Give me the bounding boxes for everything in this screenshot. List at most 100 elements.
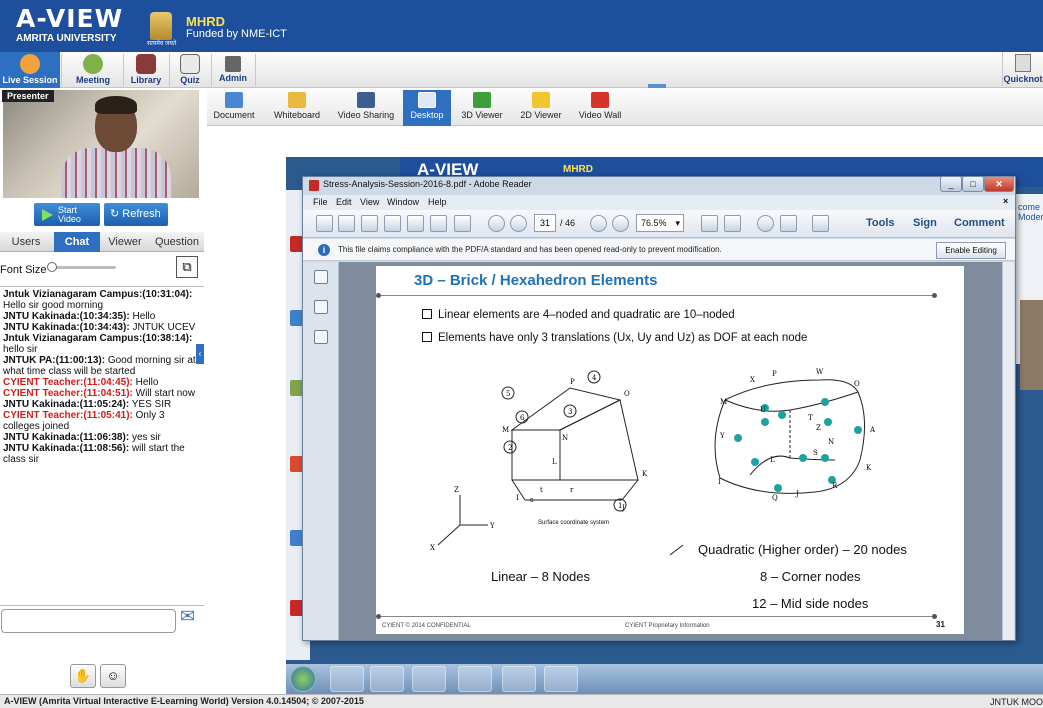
tab-users[interactable]: Users	[0, 232, 52, 252]
raise-hand-button[interactable]: ✋	[70, 664, 96, 688]
node-label: Z	[816, 424, 821, 432]
aview-taskbar-icon[interactable]	[502, 666, 536, 692]
sign-tool-icon[interactable]	[361, 215, 378, 232]
emblem-caption: सत्यमेव जयते	[147, 41, 177, 47]
chat-sender: CYIENT Teacher:(11:05:41):	[3, 410, 133, 421]
live-session-icon	[20, 54, 40, 74]
nav-meeting[interactable]: Meeting	[64, 52, 122, 88]
media-taskbar-icon[interactable]	[412, 666, 446, 692]
maximize-button[interactable]: □	[962, 176, 984, 192]
face-number: 6	[520, 414, 525, 422]
mhrd-label: MHRD	[186, 14, 225, 29]
zoom-select[interactable]: 76.5% ▾	[636, 214, 684, 232]
minimize-button[interactable]: _	[940, 176, 962, 192]
menu-window[interactable]: Window	[387, 197, 419, 207]
chat-sender: JNTU Kakinada:(10:34:43):	[3, 322, 130, 333]
vertical-scrollbar[interactable]	[1002, 262, 1014, 640]
tab-question[interactable]: Question	[150, 232, 204, 252]
refresh-button[interactable]: ↻ Refresh	[104, 203, 168, 226]
next-page-icon[interactable]	[510, 215, 527, 232]
tool-video-wall[interactable]: Video Wall	[574, 90, 626, 126]
tool-whiteboard[interactable]: Whiteboard	[268, 90, 326, 126]
quicknote-button[interactable]: Quicknot	[1002, 52, 1043, 88]
nav-library[interactable]: Library	[125, 52, 167, 88]
collapse-panel-handle[interactable]: ‹	[196, 344, 204, 364]
cloud-icon[interactable]	[384, 215, 401, 232]
presenter-tag: Presenter	[2, 90, 54, 102]
previous-page-icon[interactable]	[488, 215, 505, 232]
tool-desktop[interactable]: Desktop	[403, 90, 451, 126]
nav-live-session[interactable]: Live Session	[0, 52, 60, 88]
slide-footer-left: CYIENT © 2014 CONFIDENTIAL	[382, 623, 471, 629]
print-icon[interactable]	[430, 215, 447, 232]
enable-editing-button[interactable]: Enable Editing	[936, 242, 1006, 259]
menu-view[interactable]: View	[360, 197, 379, 207]
send-message-button[interactable]: ✉	[180, 606, 204, 632]
tool-3d-viewer[interactable]: 3D Viewer	[457, 90, 507, 126]
tool-document[interactable]: Document	[207, 90, 261, 126]
font-size-slider-knob[interactable]	[47, 262, 57, 272]
attachments-icon[interactable]	[314, 300, 328, 314]
tab-viewer[interactable]: Viewer	[102, 232, 148, 252]
menu-edit[interactable]: Edit	[336, 197, 352, 207]
chat-message: JNTU Kakinada:(11:08:56): will start the…	[3, 443, 201, 465]
start-video-button[interactable]: Start Video	[34, 203, 100, 226]
explorer-taskbar-icon[interactable]	[370, 666, 404, 692]
chat-sender: JNTU Kakinada:(11:05:24):	[3, 399, 130, 410]
save-icon[interactable]	[407, 215, 424, 232]
node-label: O	[854, 380, 860, 388]
tool-2d-viewer[interactable]: 2D Viewer	[515, 90, 567, 126]
face-number: 5	[506, 390, 510, 398]
expand-icon[interactable]	[812, 215, 829, 232]
comment-bubble-icon[interactable]	[757, 215, 774, 232]
chrome-taskbar-icon[interactable]	[458, 666, 492, 692]
layers-icon[interactable]	[314, 330, 328, 344]
chat-sender: CYIENT Teacher:(11:04:45):	[3, 377, 133, 388]
fit-width-icon[interactable]	[701, 215, 718, 232]
tab-chat[interactable]: Chat	[54, 232, 100, 252]
node-label: K	[642, 470, 648, 478]
font-size-slider[interactable]	[52, 266, 116, 269]
desktop-icon	[418, 92, 436, 108]
page-number-input[interactable]	[534, 214, 556, 232]
zoom-in-icon[interactable]	[612, 215, 629, 232]
nav-quiz[interactable]: Quiz	[171, 52, 209, 88]
tools-pane-button[interactable]: Tools	[866, 217, 895, 229]
chat-message: CYIENT Teacher:(11:04:45): Hello	[3, 377, 201, 388]
tool-video-sharing[interactable]: Video Sharing	[333, 90, 399, 126]
face-number: 1	[618, 502, 622, 510]
chevron-down-icon: ▾	[675, 218, 680, 228]
node-label: S	[813, 449, 818, 457]
start-menu-icon[interactable]	[290, 666, 316, 692]
node-label: s	[530, 496, 534, 504]
ie-taskbar-icon[interactable]	[330, 666, 364, 692]
page-total: / 46	[560, 218, 576, 228]
page-thumbnails-icon[interactable]	[314, 270, 328, 284]
chat-input[interactable]	[1, 609, 176, 633]
nav-admin[interactable]: Admin	[213, 52, 253, 88]
admin-tools-icon	[225, 56, 241, 72]
node-label: J	[795, 490, 799, 498]
fit-page-icon[interactable]	[724, 215, 741, 232]
zoom-out-icon[interactable]	[590, 215, 607, 232]
node-label: M	[720, 398, 727, 406]
close-document-icon[interactable]: ×	[1003, 196, 1008, 206]
sign-pane-button[interactable]: Sign	[913, 217, 937, 229]
chat-message: JNTUK PA:(11:00:13): Good morning sir at…	[3, 355, 201, 377]
quadratic-midside-nodes	[734, 398, 862, 492]
menu-file[interactable]: File	[313, 197, 328, 207]
comment-pane-button[interactable]: Comment	[954, 217, 1005, 229]
node-label: r	[570, 486, 574, 494]
edit-pdf-icon[interactable]	[338, 215, 355, 232]
highlight-icon[interactable]	[780, 215, 797, 232]
popout-chat-button[interactable]: ⧉	[176, 256, 198, 278]
adobe-taskbar-icon[interactable]	[544, 666, 578, 692]
user-button[interactable]: ☺	[100, 664, 126, 688]
node-label: K	[866, 464, 872, 472]
menu-help[interactable]: Help	[428, 197, 447, 207]
email-icon[interactable]	[454, 215, 471, 232]
close-button[interactable]: ✕	[984, 176, 1014, 192]
node-label: P	[772, 370, 777, 378]
slide-bullet: Elements have only 3 translations (Ux, U…	[422, 332, 807, 344]
create-pdf-icon[interactable]	[316, 215, 333, 232]
